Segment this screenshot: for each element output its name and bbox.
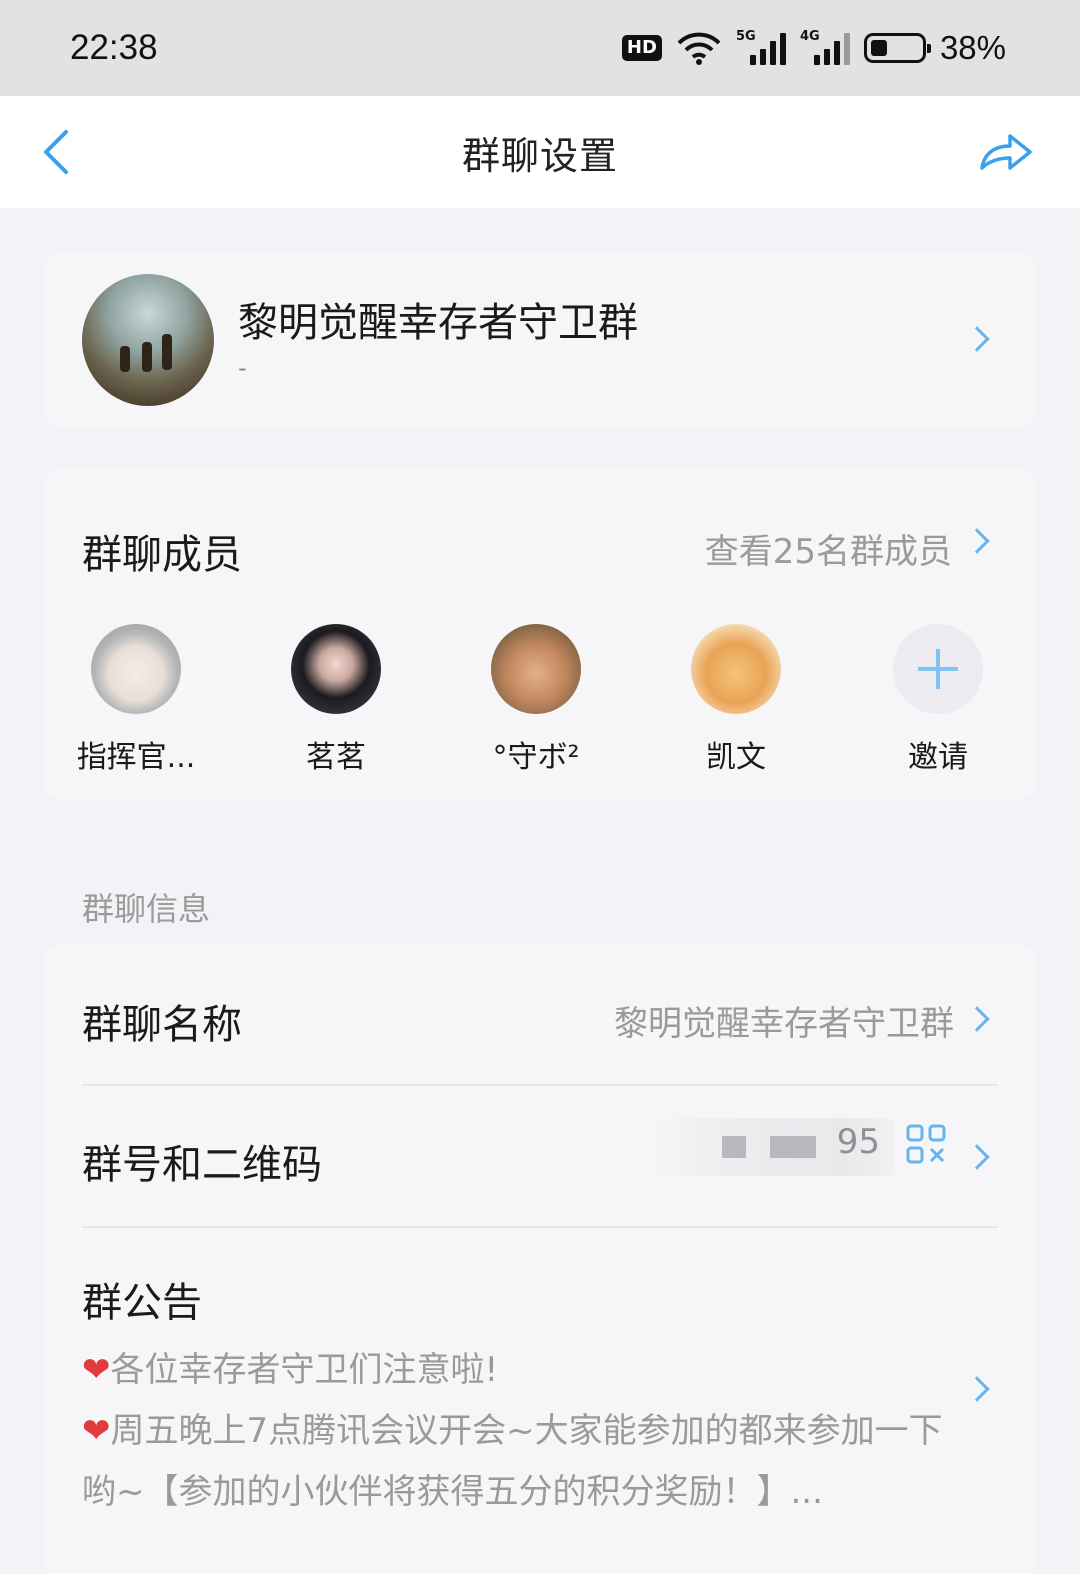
heart-icon: ❤ [82, 1411, 111, 1451]
invite-label: 邀请 [908, 740, 968, 775]
row-title: 群聊名称 [82, 1002, 242, 1048]
divider [82, 1084, 998, 1086]
member-item[interactable]: °守ボ² [466, 624, 606, 776]
status-bar: 22:38 HD 5G 4G 38% [0, 0, 1080, 96]
invite-button[interactable]: 邀请 [868, 624, 1008, 776]
status-time: 22:38 [70, 28, 158, 67]
battery-percent: 38% [939, 29, 1006, 66]
view-all-members-link[interactable]: 查看25名群成员 [705, 524, 952, 573]
hd-badge: HD [621, 35, 662, 61]
chevron-right-icon [964, 326, 990, 352]
member-item[interactable]: 茗茗 [266, 624, 406, 776]
section-label-group-info: 群聊信息 [82, 890, 211, 928]
group-info-card: 群聊名称 黎明觉醒幸存者守卫群 群号和二维码 95 群公告 ❤各位幸存者守卫们注… [42, 944, 1038, 1574]
members-card: 群聊成员 查看25名群成员 指挥官... 茗茗 °守ボ² 凯文 邀请 [42, 466, 1038, 800]
group-notice-row[interactable]: 群公告 ❤各位幸存者守卫们注意啦! ❤周五晚上7点腾讯会议开会~大家能参加的都来… [82, 1270, 998, 1512]
notice-content: ❤各位幸存者守卫们注意啦! ❤周五晚上7点腾讯会议开会~大家能参加的都来参加一下… [82, 1340, 962, 1523]
notice-line-text: 周五晚上7点腾讯会议开会~大家能参加的都来参加一下哟~【参加的小伙伴将获得五分的… [82, 1411, 943, 1512]
group-profile-card[interactable]: 黎明觉醒幸存者守卫群 - [42, 250, 1038, 428]
status-icons: HD 5G 4G 38% [621, 29, 1006, 67]
share-arrow-icon[interactable] [974, 124, 1038, 180]
plus-icon [893, 624, 983, 714]
avatar [91, 624, 181, 714]
group-id-tail: 95 [836, 1122, 880, 1162]
signal-5g-icon: 5G [735, 29, 786, 65]
member-name: °守ボ² [492, 740, 580, 775]
group-subtitle: - [238, 354, 247, 382]
notice-line: ❤各位幸存者守卫们注意啦! [82, 1340, 962, 1401]
chevron-right-icon [964, 1376, 990, 1402]
heart-icon: ❤ [82, 1350, 111, 1390]
notice-line-text: 各位幸存者守卫们注意啦! [110, 1350, 499, 1390]
member-name: 指挥官... [76, 740, 196, 775]
avatar [691, 624, 781, 714]
member-item[interactable]: 凯文 [666, 624, 806, 776]
divider [82, 1226, 998, 1228]
battery-icon [863, 33, 931, 63]
chevron-left-icon[interactable] [36, 124, 76, 180]
wifi-icon [677, 32, 721, 65]
chevron-right-icon [964, 1144, 990, 1170]
avatar [291, 624, 381, 714]
nav-bar: 群聊设置 [0, 96, 1080, 208]
group-id-qr-row[interactable]: 群号和二维码 95 [82, 1118, 998, 1188]
group-avatar [82, 274, 214, 406]
member-name: 茗茗 [306, 740, 366, 775]
signal-4g-icon: 4G [799, 29, 850, 65]
qr-code-icon [906, 1124, 946, 1164]
signal-5g-tag: 5G [735, 29, 756, 44]
signal-4g-tag: 4G [799, 29, 820, 44]
chevron-right-icon [964, 1006, 990, 1032]
member-item[interactable]: 指挥官... [66, 624, 206, 776]
avatar [491, 624, 581, 714]
group-name-value: 黎明觉醒幸存者守卫群 [614, 1004, 954, 1044]
members-title: 群聊成员 [82, 532, 242, 578]
group-name-row[interactable]: 群聊名称 黎明觉醒幸存者守卫群 [82, 992, 998, 1048]
page-title: 群聊设置 [461, 133, 618, 178]
member-name: 凯文 [706, 740, 766, 775]
chevron-right-icon [964, 528, 990, 554]
row-title: 群号和二维码 [82, 1142, 322, 1188]
row-title: 群公告 [82, 1280, 202, 1326]
notice-line: ❤周五晚上7点腾讯会议开会~大家能参加的都来参加一下哟~【参加的小伙伴将获得五分… [82, 1401, 962, 1523]
group-name: 黎明觉醒幸存者守卫群 [238, 300, 638, 346]
